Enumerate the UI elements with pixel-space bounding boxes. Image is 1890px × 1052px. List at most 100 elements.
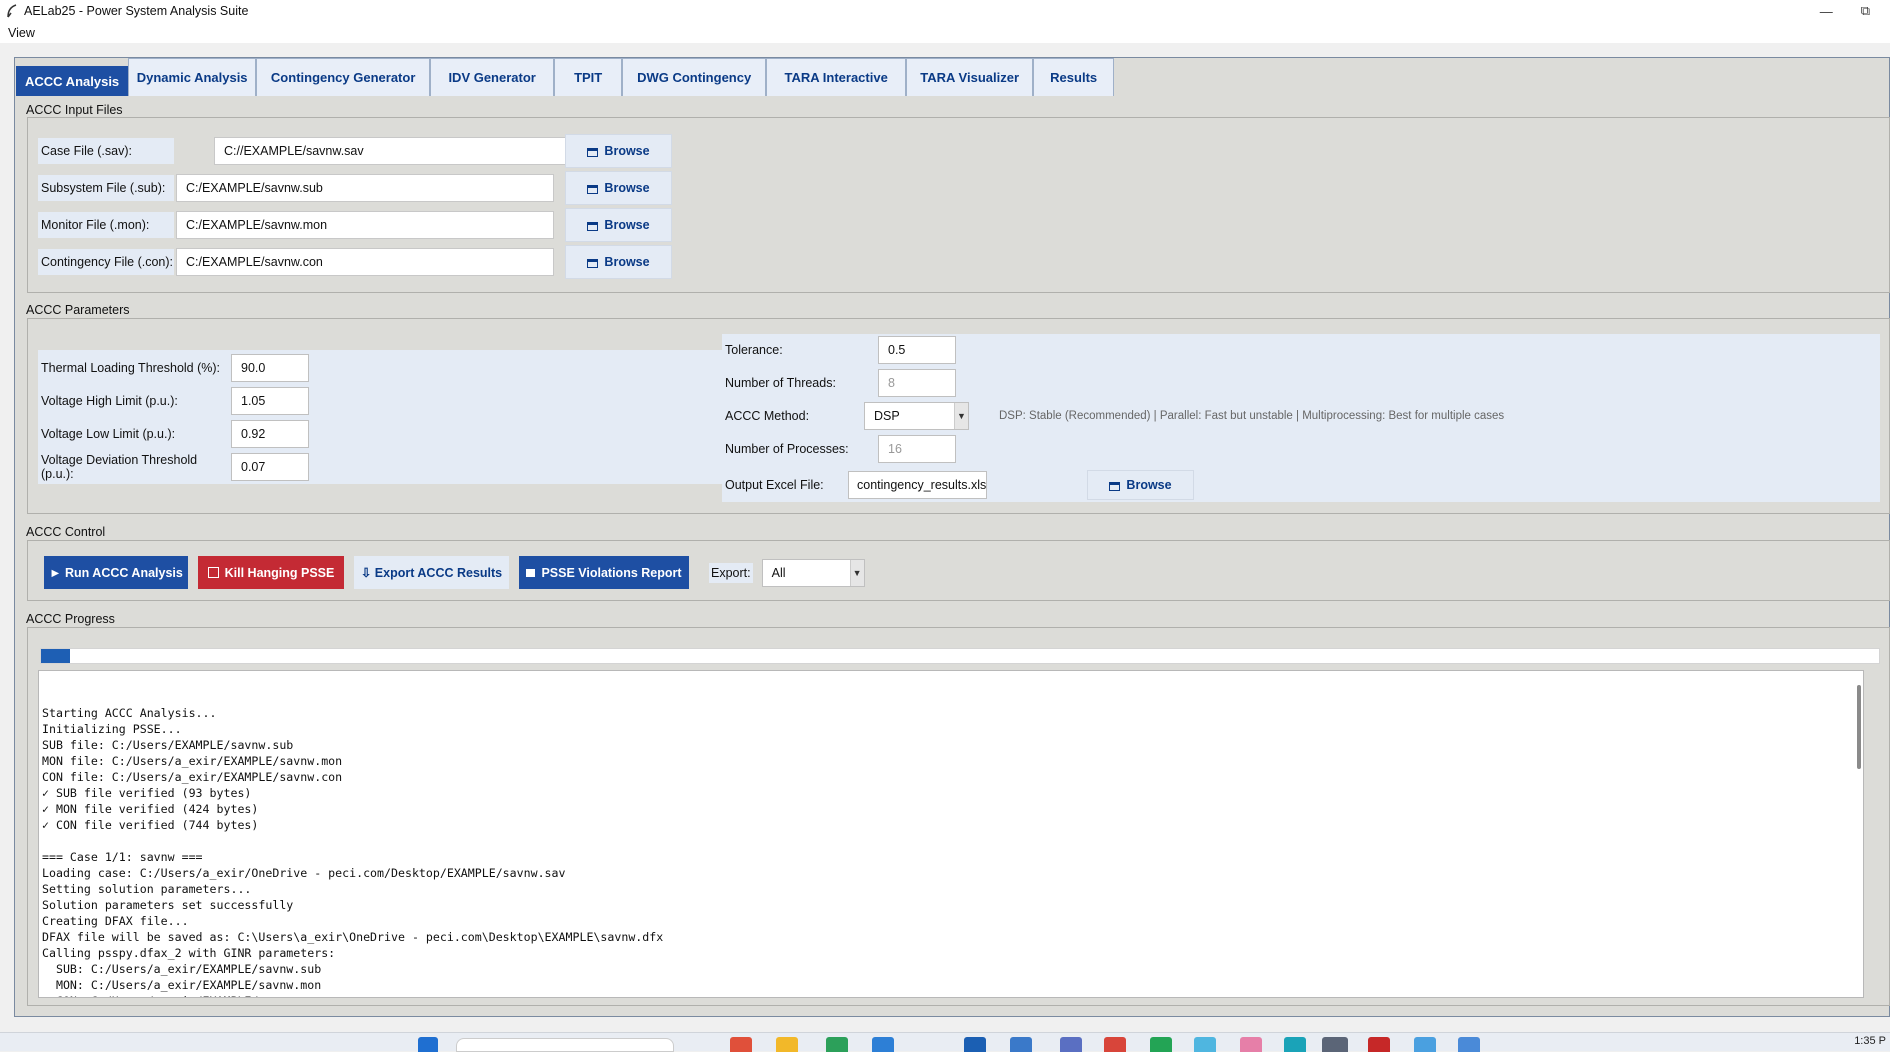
app-icon[interactable] bbox=[1104, 1037, 1126, 1052]
case-file-input[interactable]: C://EXAMPLE/savnw.sav bbox=[214, 137, 592, 165]
contingency-file-label: Contingency File (.con): bbox=[38, 249, 174, 275]
run-accc-button[interactable]: ► Run ACCC Analysis bbox=[44, 556, 188, 589]
voltage-deviation-label: Voltage Deviation Threshold (p.u.): bbox=[41, 453, 198, 481]
title-bar: AELab25 - Power System Analysis Suite — … bbox=[0, 0, 1890, 22]
voltage-low-label: Voltage Low Limit (p.u.): bbox=[41, 427, 176, 441]
export-row: Export: All ▼ bbox=[709, 559, 865, 587]
output-file-input[interactable]: contingency_results.xls bbox=[848, 471, 987, 499]
contingency-file-input[interactable]: C:/EXAMPLE/savnw.con bbox=[176, 248, 554, 276]
log-output[interactable]: Starting ACCC Analysis... Initializing PS… bbox=[38, 670, 1864, 998]
start-icon[interactable] bbox=[418, 1037, 438, 1052]
log-line: Calling psspy.dfax_2 with GINR parameter… bbox=[42, 946, 336, 960]
monitor-file-row: Monitor File (.mon): C:/EXAMPLE/savnw.mo… bbox=[38, 208, 672, 242]
log-line: CON: C:/Users/a_exir/EXAMPLE/savnw.con bbox=[42, 993, 1860, 997]
log-line: MON file: C:/Users/a_exir/EXAMPLE/savnw.… bbox=[42, 754, 343, 768]
chevron-down-icon[interactable]: ▼ bbox=[849, 560, 864, 586]
stop-icon bbox=[207, 567, 219, 578]
voltage-deviation-input[interactable]: 0.07 bbox=[231, 453, 309, 481]
monitor-file-input[interactable]: C:/EXAMPLE/savnw.mon bbox=[176, 211, 554, 239]
taskbar-search[interactable] bbox=[456, 1038, 674, 1052]
tolerance-input[interactable]: 0.5 bbox=[878, 336, 956, 364]
voltage-low-input[interactable]: 0.92 bbox=[231, 420, 309, 448]
voltage-low-row: Voltage Low Limit (p.u.): 0.92 bbox=[41, 420, 309, 448]
log-line: CON file: C:/Users/a_exir/EXAMPLE/savnw.… bbox=[42, 770, 343, 784]
output-file-row: Output Excel File: contingency_results.x… bbox=[725, 470, 1194, 500]
report-icon bbox=[526, 568, 536, 577]
app-icon[interactable] bbox=[1458, 1037, 1480, 1052]
folder-icon bbox=[587, 184, 599, 194]
menu-bar: View bbox=[0, 22, 1890, 43]
window-title: AELab25 - Power System Analysis Suite bbox=[24, 4, 249, 18]
tolerance-label: Tolerance: bbox=[725, 343, 783, 357]
log-line: Setting solution parameters... bbox=[42, 882, 252, 896]
tab-dwg-contingency[interactable]: DWG Contingency bbox=[622, 58, 767, 96]
control-heading: ACCC Control bbox=[26, 525, 106, 539]
output-file-label: Output Excel File: bbox=[725, 478, 824, 492]
threads-input[interactable]: 8 bbox=[878, 369, 956, 397]
kill-psse-button[interactable]: Kill Hanging PSSE bbox=[198, 556, 344, 589]
subsystem-file-label: Subsystem File (.sub): bbox=[38, 175, 174, 201]
thermal-threshold-row: Thermal Loading Threshold (%): 90.0 bbox=[41, 354, 309, 382]
folder-icon bbox=[587, 258, 599, 268]
export-select[interactable]: All ▼ bbox=[761, 559, 865, 587]
case-file-row: Case File (.sav): C://EXAMPLE/savnw.sav … bbox=[38, 134, 672, 168]
method-label: ACCC Method: bbox=[725, 409, 810, 423]
processes-input[interactable]: 16 bbox=[878, 435, 956, 463]
contingency-file-browse-button[interactable]: Browse bbox=[565, 245, 672, 279]
subsystem-file-input[interactable]: C:/EXAMPLE/savnw.sub bbox=[176, 174, 554, 202]
violations-report-button[interactable]: PSSE Violations Report bbox=[519, 556, 689, 589]
log-scrollbar[interactable] bbox=[1857, 685, 1861, 769]
method-hint: DSP: Stable (Recommended) | Parallel: Fa… bbox=[999, 410, 1505, 422]
voltage-high-row: Voltage High Limit (p.u.): 1.05 bbox=[41, 387, 309, 415]
tab-dynamic-analysis[interactable]: Dynamic Analysis bbox=[128, 58, 257, 96]
tab-tpit[interactable]: TPIT bbox=[554, 58, 623, 96]
input-files-heading: ACCC Input Files bbox=[26, 103, 123, 117]
folder-icon bbox=[587, 147, 599, 157]
folder-icon[interactable] bbox=[776, 1037, 798, 1052]
tab-contingency-generator[interactable]: Contingency Generator bbox=[256, 58, 431, 96]
export-results-button[interactable]: ⇩ Export ACCC Results bbox=[354, 556, 509, 589]
monitor-file-browse-button[interactable]: Browse bbox=[565, 208, 672, 242]
app-icon[interactable] bbox=[730, 1037, 752, 1052]
case-file-label: Case File (.sav): bbox=[38, 138, 174, 164]
log-line: SUB: C:/Users/a_exir/EXAMPLE/savnw.sub bbox=[42, 962, 322, 976]
app-icon[interactable] bbox=[1284, 1037, 1306, 1052]
app-icon[interactable] bbox=[1414, 1037, 1436, 1052]
app-icon[interactable] bbox=[826, 1037, 848, 1052]
app-icon[interactable] bbox=[1240, 1037, 1262, 1052]
log-line: ✓ SUB file verified (93 bytes) bbox=[42, 786, 252, 800]
tab-results[interactable]: Results bbox=[1033, 58, 1115, 96]
subsystem-file-row: Subsystem File (.sub): C:/EXAMPLE/savnw.… bbox=[38, 171, 672, 205]
tab-accc-analysis[interactable]: ACCC Analysis bbox=[16, 66, 129, 96]
thermal-threshold-input[interactable]: 90.0 bbox=[231, 354, 309, 382]
calendar-icon[interactable] bbox=[1060, 1037, 1082, 1052]
output-file-browse-button[interactable]: Browse bbox=[1087, 470, 1194, 500]
monitor-file-label: Monitor File (.mon): bbox=[38, 212, 174, 238]
chevron-down-icon[interactable]: ▼ bbox=[954, 403, 968, 429]
tab-tara-interactive[interactable]: TARA Interactive bbox=[766, 58, 907, 96]
maximize-icon[interactable]: ⧉ bbox=[1861, 3, 1870, 19]
minimize-icon[interactable]: — bbox=[1820, 4, 1833, 19]
app-icon[interactable] bbox=[1194, 1037, 1216, 1052]
thermal-threshold-label: Thermal Loading Threshold (%): bbox=[41, 361, 221, 375]
app-icon[interactable] bbox=[1150, 1037, 1172, 1052]
tolerance-row: Tolerance: 0.5 bbox=[725, 336, 956, 364]
tab-idv-generator[interactable]: IDV Generator bbox=[430, 58, 555, 96]
tab-tara-visualizer[interactable]: TARA Visualizer bbox=[906, 58, 1034, 96]
log-line: SUB file: C:/Users/EXAMPLE/savnw.sub bbox=[42, 738, 294, 752]
case-file-browse-button[interactable]: Browse bbox=[565, 134, 672, 168]
app-icon[interactable] bbox=[1010, 1037, 1032, 1052]
method-select[interactable]: DSP ▼ bbox=[864, 402, 969, 430]
progress-heading: ACCC Progress bbox=[26, 612, 115, 626]
subsystem-file-browse-button[interactable]: Browse bbox=[565, 171, 672, 205]
app-icon[interactable] bbox=[964, 1037, 986, 1052]
voltage-high-input[interactable]: 1.05 bbox=[231, 387, 309, 415]
app-icon[interactable] bbox=[1368, 1037, 1390, 1052]
progress-bar-fill bbox=[41, 649, 71, 663]
log-line: Loading case: C:/Users/a_exir/OneDrive -… bbox=[42, 866, 566, 880]
app-icon[interactable] bbox=[1322, 1037, 1348, 1052]
app-icon[interactable] bbox=[872, 1037, 894, 1052]
taskbar: 1:35 P bbox=[0, 1032, 1890, 1052]
menu-view[interactable]: View bbox=[8, 26, 35, 40]
